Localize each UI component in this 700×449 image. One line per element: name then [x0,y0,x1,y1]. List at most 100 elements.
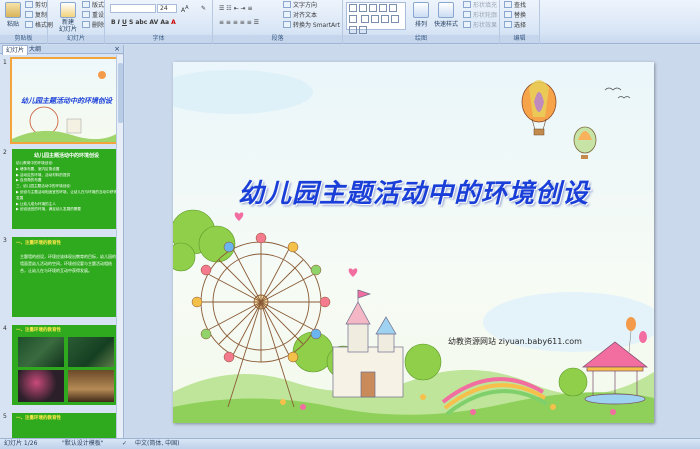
ribbon: 粘贴 剪切 复制 格式刷 剪贴板 新建 幻灯片 版式 重设 删除 幻灯片 24 … [0,0,700,44]
quick-styles-icon [438,2,454,18]
scrollbar-thumb[interactable] [118,63,123,123]
thumbnail-photo [68,370,114,402]
paragraph-label: 段落 [213,35,342,43]
slide-thumbnail-3[interactable]: 一、注重环境的教育性 主题墙的创设，环境应该体现出教育的目标，幼儿园的墙面是幼儿… [12,237,121,317]
tab-outline[interactable]: 大纲 [26,45,44,54]
fill-icon [463,1,471,8]
slide-counter: 幻灯片 1/26 [4,440,38,447]
status-bar: 幻灯片 1/26 "默认设计模板" ✓ 中文(简体, 中国) [0,438,700,449]
font-size-select[interactable]: 24 [157,4,177,13]
scissors-icon [25,1,33,8]
layout-icon [82,1,90,8]
pane-scrollbar[interactable] [116,55,123,438]
font-group: 24 AA ✎ B I U S abc AV Aa A 字体 [105,0,213,44]
clipboard-label: 剪贴板 [0,35,47,43]
grow-font-button[interactable]: AA [181,4,189,14]
bullets-buttons[interactable]: ☰ ☷ ⇤ ⇥ ≡ [219,4,252,13]
thumbnail-list: 1 幼儿园主题活动中的环境创设 2 幼儿园主题活动中的环境创设 幼儿教育中的环境… [0,55,124,438]
font-label: 字体 [105,35,212,43]
close-icon[interactable]: × [114,45,120,54]
slide-thumbnail-4[interactable]: 一、注重环境的教育性 [12,325,121,405]
thumbnail-title: 幼儿园主题活动中的环境创设 [33,153,99,159]
slide-number: 1 [3,59,7,66]
slides-group: 新建 幻灯片 版式 重设 删除 幻灯片 [48,0,105,44]
align-buttons[interactable]: ≡ ≡ ≡ ≡ ≡ ☰ [219,18,259,27]
brush-icon [25,21,33,28]
language-status[interactable]: 中文(简体, 中国) [135,439,180,449]
shape-effects-button[interactable]: 形状效果 [463,21,497,30]
reset-icon [82,11,90,18]
current-slide[interactable]: 幼儿园主题活动中的环境创设 幼教资源网站 ziyuan.baby611.com [173,62,654,423]
convert-smartart-button[interactable]: 转换为 SmartArt [283,21,340,30]
find-button[interactable]: 查找 [504,1,526,10]
thumbnail-body: 主题墙的创设，环境应该体现出教育的目标，幼儿园的墙面是幼儿活动的空间，环境创设要… [20,254,116,273]
thumbnail-title: 一、注重环境的教育性 [16,416,61,421]
slides-pane: 幻灯片 大纲 × 1 幼儿园主题活动中的环境创设 2 幼儿园主题活动中的环境创设 [0,45,124,438]
shapes-gallery[interactable] [346,2,406,34]
slide-number: 3 [3,237,7,244]
smartart-icon [283,21,291,28]
shape-fill-button[interactable]: 形状填充 [463,1,497,10]
hot-air-balloon-icon [521,80,557,136]
font-name-select[interactable] [110,4,156,13]
theme-name: "默认设计模板" [62,440,104,447]
paste-icon [5,2,21,18]
heart-icon [234,212,244,221]
thumbnail-photo [18,337,64,367]
binoculars-icon [504,1,512,8]
thumbnail-body: 幼儿教育中的环境创设： ▶ 墙饰布置、室内区角设置 ▶ 活动区的环境、活动材料的… [16,161,117,212]
thumbnail-photo [18,370,64,402]
font-style-buttons[interactable]: B I U S abc AV Aa A [111,18,176,27]
replace-button[interactable]: 替换 [504,11,526,20]
paragraph-group: ☰ ☷ ⇤ ⇥ ≡ ≡ ≡ ≡ ≡ ≡ ☰ 文字方向 对齐文本 转换为 Smar… [213,0,343,44]
slide-title[interactable]: 幼儿园主题活动中的环境创设 [173,173,654,210]
clipboard-group: 粘贴 剪切 复制 格式刷 剪贴板 [0,0,53,44]
align-text-icon [283,11,291,18]
slide-illustration [173,70,654,423]
drawing-group: 排列 快速样式 形状填充 形状轮廓 形状效果 绘图 [343,0,500,44]
editing-group: 查找 替换 选择 编辑 [500,0,540,44]
copy-button[interactable]: 复制 [25,11,47,20]
thumbnail-title: 一、注重环境的教育性 [16,328,61,333]
slide-number: 4 [3,325,7,332]
slide-thumbnail-1[interactable]: 幼儿园主题活动中的环境创设 [10,57,123,144]
quick-styles-button[interactable]: 快速样式 [431,2,461,28]
thumbnail-photo [68,337,114,367]
new-slide-icon [60,2,76,18]
align-text-button[interactable]: 对齐文本 [283,11,317,20]
hot-air-balloon-icon [573,126,597,159]
select-icon [504,21,512,28]
spellcheck-icon[interactable]: ✓ [122,439,127,449]
arrange-button[interactable]: 排列 [410,2,432,28]
slide-number: 2 [3,149,7,156]
cut-button[interactable]: 剪切 [25,1,47,10]
slides-label: 幻灯片 [48,35,104,43]
heart-icon [348,268,358,277]
watermark-text: 幼教资源网站 ziyuan.baby611.com [448,337,582,346]
slide-thumbnail-2[interactable]: 幼儿园主题活动中的环境创设 幼儿教育中的环境创设： ▶ 墙饰布置、室内区角设置 … [12,149,121,229]
tab-slides[interactable]: 幻灯片 [2,45,29,55]
paste-button[interactable]: 粘贴 [2,2,24,28]
text-direction-button[interactable]: 文字方向 [283,1,317,10]
clear-format-button[interactable]: ✎ [201,4,206,13]
effects-icon [463,21,471,28]
castle-icon [332,289,404,398]
reset-button[interactable]: 重设 [82,11,104,20]
pane-tabs: 幻灯片 大纲 × [0,45,123,55]
thumbnail-title: 一、注重环境的教育性 [16,241,61,246]
outline-icon [463,11,471,18]
delete-slide-button[interactable]: 删除 [82,21,104,30]
layout-button[interactable]: 版式 [82,1,104,10]
editing-label: 编辑 [500,35,539,43]
slide-number: 5 [3,413,7,420]
thumbnail-title: 幼儿园主题活动中的环境创设 [21,96,112,105]
drawing-label: 绘图 [343,35,499,43]
delete-icon [82,21,90,28]
select-button[interactable]: 选择 [504,21,526,30]
shape-outline-button[interactable]: 形状轮廓 [463,11,497,20]
copy-icon [25,11,33,18]
arrange-icon [413,2,429,18]
slide-thumbnail-5[interactable]: 一、注重环境的教育性 [12,413,121,438]
new-slide-button[interactable]: 新建 幻灯片 [56,2,80,33]
replace-icon [504,11,512,18]
